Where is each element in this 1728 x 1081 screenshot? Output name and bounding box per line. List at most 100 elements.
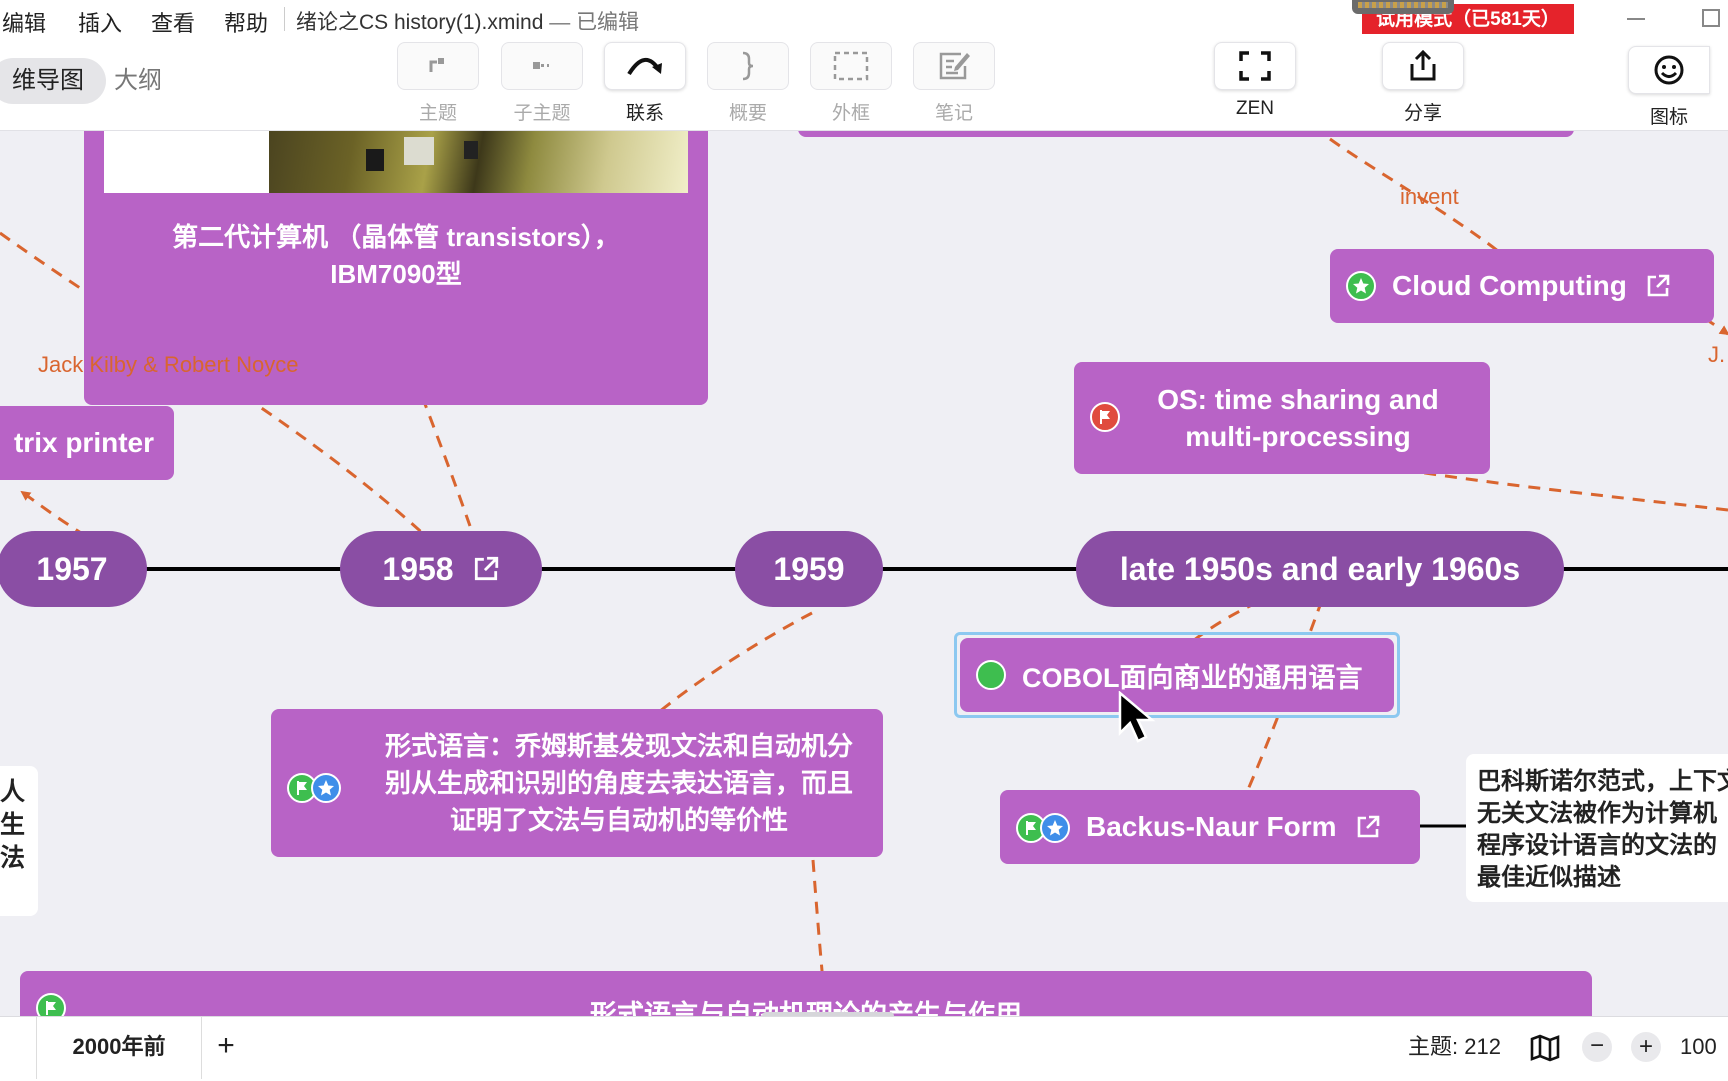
document-title: 绪论之CS history(1).xmind — 已编辑 — [296, 6, 639, 36]
note-tool-label: 笔记 — [934, 103, 973, 124]
bnf-note-line4: 最佳近似描述 — [1477, 864, 1621, 891]
subtopic-icon — [533, 62, 549, 69]
topic-cobol[interactable]: COBOL面向商业的通用语言 — [960, 638, 1394, 712]
external-link-icon[interactable] — [1645, 273, 1671, 299]
topic-backus-naur-form[interactable]: Backus-Naur Form — [1000, 790, 1420, 864]
topic-formal-line1: 形式语言：乔姆斯基发现文法和自动机分 — [384, 730, 853, 761]
menu-insert[interactable]: 插入 — [78, 6, 122, 38]
green-circle-marker-icon — [976, 660, 1006, 690]
topic-cloud-computing[interactable]: Cloud Computing — [1330, 249, 1714, 323]
left-note-line3: 法 — [0, 844, 26, 872]
relationship-tool-label: 联系 — [625, 103, 664, 124]
topic-os-line2: multi-processing — [1185, 421, 1411, 452]
year-node-1959[interactable]: 1959 — [735, 531, 883, 607]
toolbar: 维导图 大纲 主题 子主题 联系 概要 外框 笔记 ZEN 分享 图标 — [0, 38, 1728, 131]
year-node-1957[interactable]: 1957 — [0, 531, 147, 607]
topic-cloud-text: Cloud Computing — [1392, 270, 1627, 301]
bnf-note[interactable]: 巴科斯诺尔范式，上下文 无关文法被作为计算机 程序设计语言的文法的 最佳近似描述 — [1466, 754, 1728, 902]
boundary-tool-label: 外框 — [831, 103, 870, 124]
relationship-tool-button[interactable]: 联系 — [604, 42, 686, 125]
topic-formal-markers — [287, 768, 341, 805]
topic-second-gen-line2: IBM7090型 — [330, 259, 462, 289]
topic-formal-language[interactable]: 形式语言：乔姆斯基发现文法和自动机分 别从生成和识别的角度去表达语言，而且 证明… — [271, 709, 883, 857]
icon-panel-button[interactable]: 图标 — [1628, 46, 1710, 129]
topic-formal-language-automata[interactable]: 形式语言与自动机理论的产生与作用 — [20, 971, 1592, 1016]
menu-bar: 编辑 插入 查看 帮助 绪论之CS history(1).xmind — 已编辑… — [0, 0, 1728, 38]
summary-tool-button[interactable]: 概要 — [707, 42, 789, 125]
boundary-tool-button[interactable]: 外框 — [810, 42, 892, 125]
photo-detail — [366, 149, 384, 171]
year-1958-text: 1958 — [382, 550, 454, 587]
topic-bnf-markers — [1016, 811, 1070, 844]
left-note-line2: 生 — [0, 811, 26, 839]
sheet-tab[interactable]: 2000年前 — [36, 1017, 202, 1079]
trial-badge-ribbon-pattern — [1358, 2, 1448, 8]
blue-star-marker-icon — [311, 773, 341, 804]
topic-second-gen-text: 第二代计算机 （晶体管 transistors）， IBM7090型 — [84, 219, 708, 293]
share-label: 分享 — [1403, 103, 1442, 124]
fullscreen-icon — [1239, 51, 1271, 81]
menu-help[interactable]: 帮助 — [224, 6, 268, 38]
mindmap-canvas[interactable]: 第二代计算机 （晶体管 transistors）， IBM7090型 inven… — [0, 131, 1728, 1016]
zoom-in-button[interactable]: + — [1631, 1032, 1661, 1062]
relationship-1957-printer[interactable] — [20, 490, 87, 538]
mouse-cursor-icon — [1118, 691, 1156, 743]
red-flag-marker-icon — [1090, 402, 1120, 432]
boundary-icon — [833, 51, 869, 81]
ibm7090-photo — [269, 131, 688, 193]
topic-os-line1: OS: time sharing and — [1157, 384, 1439, 415]
external-link-icon[interactable] — [472, 555, 500, 583]
topic-tool-button[interactable]: 主题 — [397, 42, 479, 125]
note-icon — [939, 52, 970, 80]
subtopic-tool-button[interactable]: 子主题 — [501, 42, 583, 125]
left-note-partial[interactable]: 人 生 法 — [0, 766, 38, 916]
bnf-note-line1: 巴科斯诺尔范式，上下文 — [1477, 768, 1728, 795]
relationship-label-invent[interactable]: invent — [1400, 184, 1459, 210]
photo-detail — [404, 137, 434, 165]
document-edited-status: 已编辑 — [576, 11, 640, 34]
tab-mindmap[interactable]: 维导图 — [0, 58, 106, 104]
share-icon — [1410, 50, 1436, 81]
window-maximize-button[interactable] — [1702, 9, 1720, 27]
note-tool-button[interactable]: 笔记 — [913, 42, 995, 125]
topic-cobol-text: COBOL面向商业的通用语言 — [1022, 662, 1363, 693]
bnf-note-line2: 无关文法被作为计算机 — [1477, 800, 1717, 827]
relationship-label-partial[interactable]: J. — [1708, 342, 1725, 368]
topic-os-text: OS: time sharing and multi-processing — [1157, 381, 1439, 455]
topic-formal-line2: 别从生成和识别的角度去表达语言，而且 — [384, 767, 853, 798]
topic-bnf-text: Backus-Naur Form — [1086, 811, 1337, 842]
menu-view[interactable]: 查看 — [151, 6, 195, 38]
zen-mode-button[interactable]: ZEN — [1214, 42, 1296, 120]
document-title-separator: — — [543, 11, 577, 34]
year-node-late-1950s[interactable]: late 1950s and early 1960s — [1076, 531, 1564, 607]
zoom-level[interactable]: 100 — [1680, 1017, 1717, 1077]
summary-tool-label: 概要 — [728, 103, 767, 124]
window-minimize-button[interactable] — [1627, 18, 1645, 20]
topic-formal-line3: 证明了文法与自动机的等价性 — [449, 804, 788, 835]
menu-divider — [284, 7, 285, 31]
external-link-icon[interactable] — [1355, 814, 1381, 840]
topic-formal-text: 形式语言：乔姆斯基发现文法和自动机分 别从生成和识别的角度去表达语言，而且 证明… — [385, 728, 853, 839]
green-flag-marker-icon — [36, 993, 66, 1016]
map-view-icon[interactable] — [1530, 1033, 1560, 1063]
topic-image-frame — [104, 131, 688, 193]
topic-printer-text: trix printer — [13, 427, 154, 458]
topic-tool-label: 主题 — [418, 103, 457, 124]
topic-count: 主题: 212 — [1408, 1034, 1501, 1059]
blue-star-marker-icon — [1040, 813, 1070, 844]
relationship-label-kilby[interactable]: Jack Kilby & Robert Noyce — [38, 352, 298, 378]
smiley-icon — [1654, 55, 1684, 85]
menu-edit[interactable]: 编辑 — [2, 6, 46, 38]
zoom-out-button[interactable]: − — [1582, 1032, 1612, 1062]
share-button[interactable]: 分享 — [1382, 42, 1464, 125]
add-sheet-button[interactable]: + — [212, 1017, 240, 1077]
tab-outline[interactable]: 大纲 — [92, 58, 184, 104]
status-bar: 2000年前 + 主题: 212 − + 100 — [0, 1016, 1728, 1081]
topic-offscreen-top[interactable] — [798, 131, 1574, 137]
summary-brace-icon — [742, 51, 754, 81]
year-node-1958[interactable]: 1958 — [340, 531, 542, 607]
star-marker-icon — [1346, 271, 1376, 301]
topic-os-time-sharing[interactable]: OS: time sharing and multi-processing — [1074, 362, 1490, 474]
topic-dot-matrix-printer[interactable]: trix printer — [0, 406, 174, 480]
photo-detail — [464, 141, 478, 159]
